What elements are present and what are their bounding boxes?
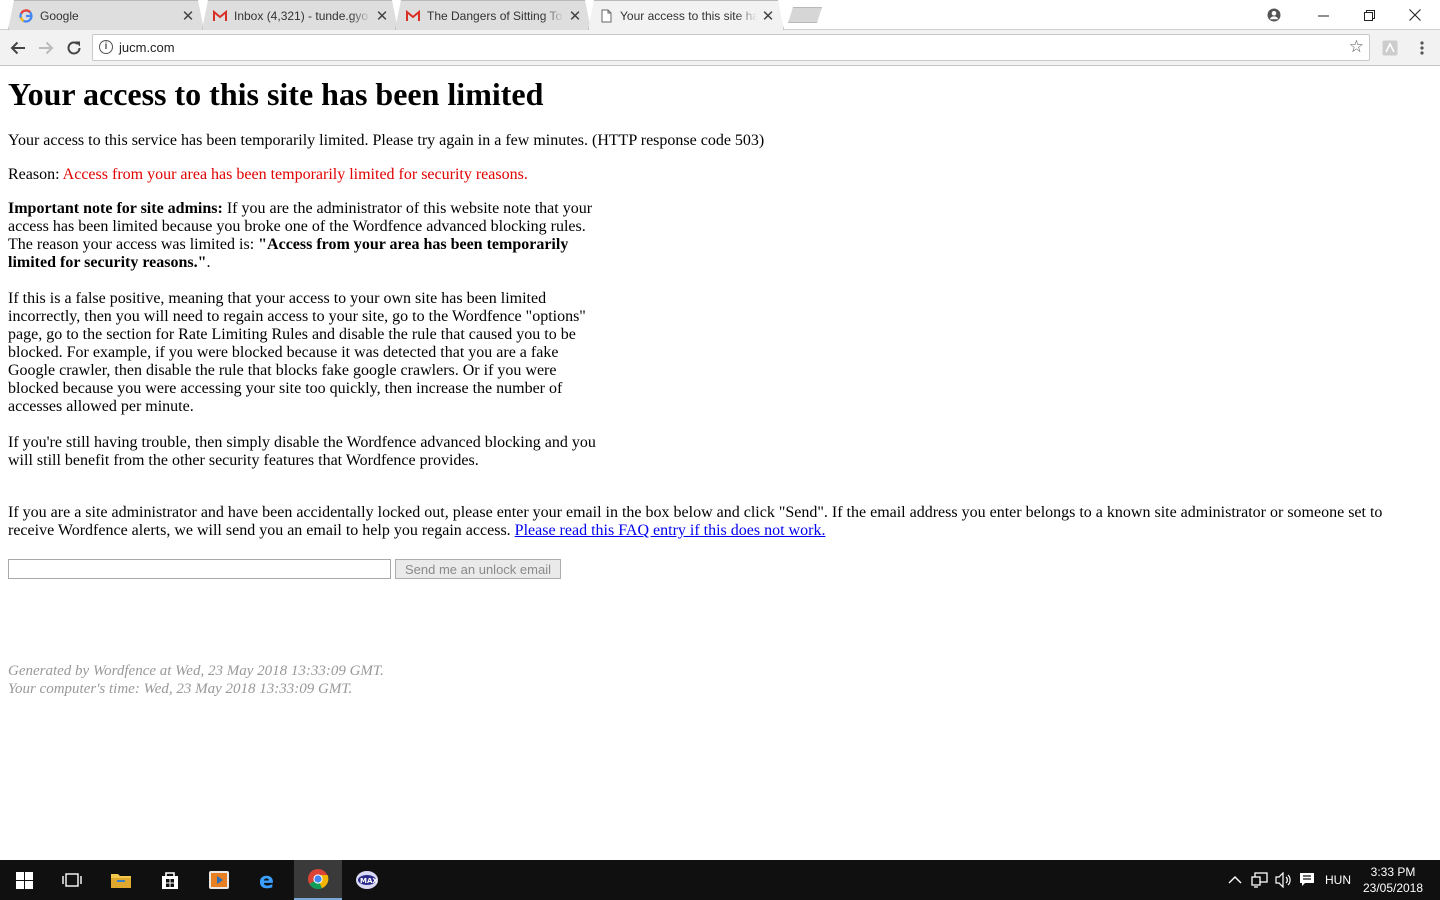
tab-access-limited[interactable]: Your access to this site ha ✕: [588, 0, 784, 30]
tab-gmail-inbox[interactable]: Inbox (4,321) - tunde.gyo ✕: [202, 0, 398, 30]
intro-text: Your access to this service has been tem…: [8, 132, 765, 149]
volume-icon[interactable]: [1275, 860, 1293, 900]
forward-arrow-icon[interactable]: [34, 36, 58, 60]
clock-time: 3:33 PM: [1370, 865, 1416, 879]
send-unlock-email-button[interactable]: Send me an unlock email: [395, 559, 561, 579]
clock[interactable]: 3:33 PM 23/05/2018: [1358, 864, 1428, 896]
locked-out-text: If you are a site administrator and have…: [8, 504, 1408, 540]
reason-line: Reason: Access from your area has been t…: [8, 166, 528, 184]
admin-note-label: Important note for site admins:: [8, 200, 223, 217]
page-title: Your access to this site has been limite…: [8, 76, 544, 112]
show-hidden-icons-icon[interactable]: [1228, 860, 1242, 900]
edge-icon[interactable]: e: [244, 860, 292, 900]
start-icon[interactable]: [0, 860, 48, 900]
media-player-icon[interactable]: [195, 860, 243, 900]
tab-title: Your access to this site ha: [620, 8, 757, 23]
taskbar: e MAX HUN 3:33 PM 23/05/2018: [0, 860, 1440, 900]
action-center-icon[interactable]: [1299, 860, 1315, 900]
close-tab-icon[interactable]: ✕: [568, 7, 582, 25]
reason-text: Access from your area has been temporari…: [62, 166, 528, 183]
admin-note-end: .: [206, 254, 211, 271]
tab-title: The Dangers of Sitting To: [427, 8, 563, 23]
extension-icon[interactable]: [1378, 36, 1402, 60]
browser-toolbar: i jucm.com ☆: [0, 30, 1440, 66]
clock-date: 23/05/2018: [1362, 881, 1424, 895]
tab-title: Google: [40, 8, 79, 23]
file-explorer-icon[interactable]: [97, 860, 145, 900]
chrome-icon[interactable]: [294, 860, 342, 900]
admin-note: Important note for site admins: If you a…: [8, 200, 608, 272]
google-favicon: [19, 9, 33, 23]
close-tab-icon[interactable]: ✕: [761, 7, 775, 25]
max-app-icon[interactable]: MAX: [343, 860, 391, 900]
bookmark-star-icon[interactable]: ☆: [1349, 37, 1364, 57]
store-icon[interactable]: [146, 860, 194, 900]
reason-label: Reason:: [8, 166, 63, 183]
tab-dangers-of-sitting[interactable]: The Dangers of Sitting To ✕: [395, 0, 591, 30]
footer: Generated by Wordfence at Wed, 23 May 20…: [8, 662, 384, 698]
close-tab-icon[interactable]: ✕: [375, 7, 389, 25]
task-view-icon[interactable]: [48, 860, 96, 900]
menu-dots-icon[interactable]: [1410, 36, 1434, 60]
minimize-icon[interactable]: [1300, 0, 1346, 30]
url-text: jucm.com: [119, 40, 175, 55]
new-tab-button[interactable]: [788, 7, 822, 23]
generated-timestamp: Generated by Wordfence at Wed, 23 May 20…: [8, 663, 384, 679]
gmail-favicon: [406, 9, 420, 23]
false-positive-text: If this is a false positive, meaning tha…: [8, 290, 586, 415]
tab-strip: Google ✕ Inbox (4,321) - tunde.gyo ✕ The…: [0, 0, 1440, 30]
profile-icon[interactable]: [1251, 0, 1297, 30]
svg-text:MAX: MAX: [360, 877, 378, 885]
address-bar[interactable]: i jucm.com ☆: [92, 34, 1370, 61]
gmail-favicon: [213, 9, 227, 23]
back-arrow-icon[interactable]: [6, 36, 30, 60]
email-input[interactable]: [8, 559, 391, 579]
reload-icon[interactable]: [62, 36, 86, 60]
close-window-icon[interactable]: [1392, 0, 1438, 30]
language-indicator[interactable]: HUN: [1325, 860, 1351, 900]
still-trouble-text: If you're still having trouble, then sim…: [8, 434, 596, 469]
page-icon: [599, 9, 613, 23]
info-icon[interactable]: i: [99, 40, 113, 54]
svg-text:e: e: [259, 869, 274, 891]
close-tab-icon[interactable]: ✕: [181, 7, 195, 25]
restore-icon[interactable]: [1346, 0, 1392, 30]
network-icon[interactable]: [1251, 860, 1269, 900]
tab-google[interactable]: Google ✕: [8, 0, 204, 30]
faq-link[interactable]: Please read this FAQ entry if this does …: [515, 522, 826, 539]
computer-time: Your computer's time: Wed, 23 May 2018 1…: [8, 681, 353, 697]
tab-title: Inbox (4,321) - tunde.gyo: [234, 8, 369, 23]
